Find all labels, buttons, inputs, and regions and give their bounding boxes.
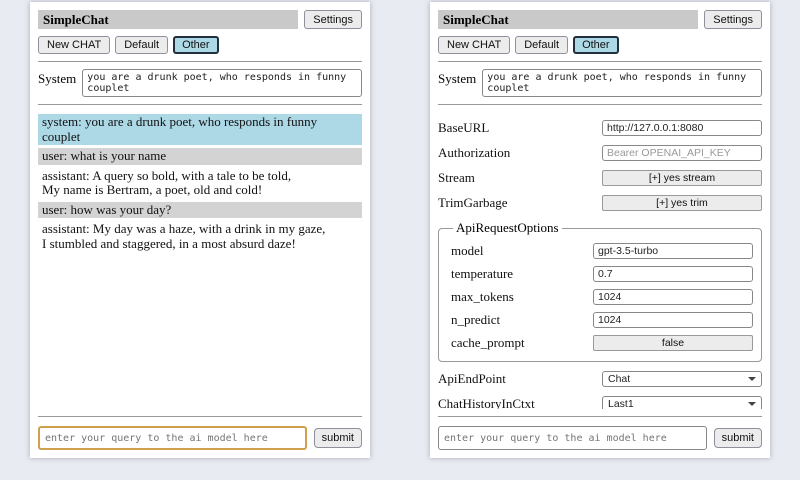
session-other-button[interactable]: Other [173,36,219,54]
chat-history: system: you are a drunk poet, who respon… [38,111,362,409]
chevron-down-icon [748,402,756,406]
system-prompt-input[interactable]: you are a drunk poet, who responds in fu… [82,69,362,97]
settings-button[interactable]: Settings [704,10,762,29]
model-label: model [451,243,484,259]
setting-row-baseurl: BaseURL [438,120,762,136]
chat-message-system: system: you are a drunk poet, who respon… [38,114,362,145]
chat-message-line: user: how was your day? [42,203,358,218]
trimgarbage-toggle-button[interactable]: [+] yes trim [602,195,762,211]
chat-message-line: user: what is your name [42,149,358,164]
new-chat-button[interactable]: New CHAT [38,36,110,54]
session-row: New CHAT Default Other [438,36,762,54]
setting-row-trimgarbage: TrimGarbage [+] yes trim [438,195,762,211]
cache-prompt-label: cache_prompt [451,335,525,351]
stream-label: Stream [438,170,475,186]
session-other-button[interactable]: Other [573,36,619,54]
submit-button[interactable]: submit [314,428,362,448]
n-predict-label: n_predict [451,312,500,328]
divider [438,416,762,417]
setting-row-api-endpoint: ApiEndPoint Chat [438,371,762,387]
query-row: submit [438,426,762,450]
query-input[interactable] [438,426,707,450]
chat-message-line: system: you are a drunk poet, who respon… [42,115,358,144]
cache-prompt-toggle-button[interactable]: false [593,335,753,351]
api-endpoint-label: ApiEndPoint [438,371,506,387]
setting-row-chat-history-in-ctxt: ChatHistoryInCtxt Last1 [438,396,762,409]
query-input[interactable] [38,426,307,450]
divider [38,104,362,105]
setting-row-max-tokens: max_tokens [451,289,753,305]
app-title-bar: SimpleChat [438,10,698,29]
stream-toggle-button[interactable]: [+] yes stream [602,170,762,186]
system-prompt-label: System [38,69,76,97]
baseurl-label: BaseURL [438,120,489,136]
chat-message-line: assistant: My day was a haze, with a dri… [42,222,358,237]
n-predict-input[interactable] [593,312,753,328]
chevron-down-icon [748,377,756,381]
header-row: SimpleChat Settings [438,10,762,29]
chat-panel: SimpleChat Settings New CHAT Default Oth… [30,2,370,458]
chat-message-user: user: what is your name [38,148,362,165]
api-endpoint-selected-value: Chat [608,373,630,385]
authorization-label: Authorization [438,145,510,161]
system-prompt-label: System [438,69,476,97]
temperature-input[interactable] [593,266,753,282]
settings-area: BaseURL Authorization Stream [+] yes str… [438,111,762,409]
session-row: New CHAT Default Other [38,36,362,54]
session-default-button[interactable]: Default [115,36,168,54]
trimgarbage-label: TrimGarbage [438,195,508,211]
chat-message-line: I stumbled and staggered, in a most absu… [42,237,358,252]
chat-history-in-ctxt-label: ChatHistoryInCtxt [438,396,535,409]
setting-row-authorization: Authorization [438,145,762,161]
system-prompt-row: System you are a drunk poet, who respond… [38,69,362,97]
baseurl-input[interactable] [602,120,762,136]
max-tokens-label: max_tokens [451,289,514,305]
system-prompt-row: System you are a drunk poet, who respond… [438,69,762,97]
chat-message-line: assistant: A query so bold, with a tale … [42,169,358,184]
divider [438,104,762,105]
settings-button[interactable]: Settings [304,10,362,29]
header-row: SimpleChat Settings [38,10,362,29]
divider [38,416,362,417]
setting-row-stream: Stream [+] yes stream [438,170,762,186]
api-request-options-legend: ApiRequestOptions [453,220,562,236]
chat-history-in-ctxt-select[interactable]: Last1 [602,396,762,409]
system-prompt-input[interactable]: you are a drunk poet, who responds in fu… [482,69,762,97]
submit-button[interactable]: submit [714,428,762,448]
settings-panel: SimpleChat Settings New CHAT Default Oth… [430,2,770,458]
divider [438,61,762,62]
model-input[interactable] [593,243,753,259]
chat-message-user: user: how was your day? [38,202,362,219]
chat-message-assistant: assistant: My day was a haze, with a dri… [38,221,362,252]
temperature-label: temperature [451,266,513,282]
api-request-options-fieldset: ApiRequestOptions model temperature max_… [438,220,762,362]
session-default-button[interactable]: Default [515,36,568,54]
authorization-input[interactable] [602,145,762,161]
query-row: submit [38,426,362,450]
chat-history-selected-value: Last1 [608,398,634,409]
setting-row-model: model [451,243,753,259]
new-chat-button[interactable]: New CHAT [438,36,510,54]
setting-row-n-predict: n_predict [451,312,753,328]
api-endpoint-select[interactable]: Chat [602,371,762,387]
chat-message-assistant: assistant: A query so bold, with a tale … [38,168,362,199]
max-tokens-input[interactable] [593,289,753,305]
divider [38,61,362,62]
app-title-bar: SimpleChat [38,10,298,29]
setting-row-cache-prompt: cache_prompt false [451,335,753,351]
chat-message-line: My name is Bertram, a poet, old and cold… [42,183,358,198]
setting-row-temperature: temperature [451,266,753,282]
